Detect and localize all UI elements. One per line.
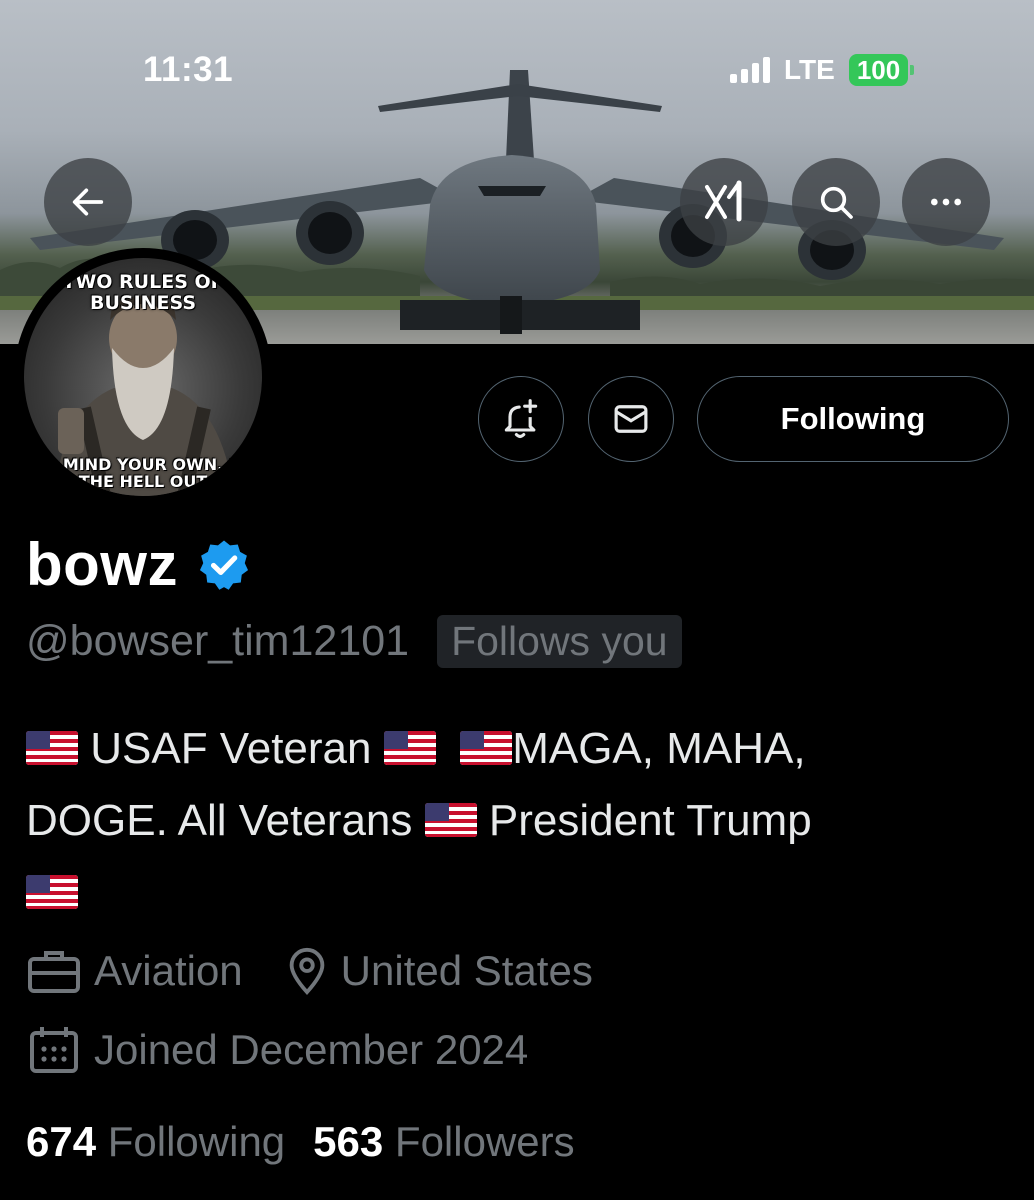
search-icon [820,186,853,219]
calendar-icon [30,1027,78,1073]
back-button[interactable] [44,158,132,246]
message-button[interactable] [588,376,674,462]
grok-icon [705,180,742,222]
envelope-icon [614,405,648,433]
avatar-image: TWO RULES OF BUSINESS 1. MIND YOUR OWN. … [24,258,262,496]
profile-category: Aviation [26,947,243,995]
us-flag-icon [26,731,78,765]
profile-name-row: bowz [26,530,252,599]
username-handle: @bowser_tim12101 [26,617,410,665]
following-label: Following [107,1118,286,1165]
status-time: 11:31 [143,50,234,89]
arrow-left-icon [72,188,104,216]
avatar-bottom-text: 1. MIND YOUR OWN. 2. THE HELL OUT [40,455,246,491]
network-type: LTE [784,54,835,85]
battery-indicator: 100 [848,54,915,86]
joined-date: Joined December 2024 [94,1026,529,1073]
follow-stats: 674 Following 563 Followers [26,1118,575,1166]
us-flag-icon [460,731,513,765]
followers-label: Followers [394,1118,575,1165]
follows-you-badge: Follows you [437,615,682,668]
notify-button[interactable] [478,376,564,462]
us-flag-icon [383,731,436,765]
profile-location: United States [285,946,593,996]
profile-bio: USAF Veteran MAGA, MAHA, DOGE. All Veter… [26,713,1016,929]
bio-line [26,857,1016,929]
bio-text: DOGE. All Veterans [26,796,413,845]
us-flag-icon [424,803,477,837]
search-button[interactable] [792,158,880,246]
verified-badge-icon[interactable] [196,537,252,593]
bell-plus-icon [504,399,538,438]
handle-row: @bowser_tim12101 Follows you [26,615,682,668]
profile-joined: Joined December 2024 [26,1025,528,1075]
signal-icon [730,57,770,83]
bio-text: USAF Veteran [90,724,372,773]
profile-joined-row: Joined December 2024 [26,1025,528,1075]
following-button[interactable]: Following [697,376,1009,462]
more-horizontal-icon [931,198,961,206]
followers-count: 563 [313,1118,384,1165]
bio-text: MAGA, MAHA, [512,724,806,773]
followers-stat[interactable]: 563 Followers [313,1118,574,1166]
following-count: 674 [26,1118,97,1165]
display-name: bowz [26,531,178,598]
location-label: United States [340,947,593,994]
bio-line: USAF Veteran MAGA, MAHA, [26,713,1016,785]
grok-button[interactable] [680,158,768,246]
us-flag-icon [26,875,78,909]
bio-line: DOGE. All Veterans President Trump [26,785,1016,857]
avatar-top-text: TWO RULES OF BUSINESS [62,271,224,314]
briefcase-icon [28,951,80,993]
following-stat[interactable]: 674 Following [26,1118,285,1166]
category-label: Aviation [94,947,243,994]
profile-avatar[interactable]: TWO RULES OF BUSINESS 1. MIND YOUR OWN. … [14,248,272,506]
more-button[interactable] [902,158,990,246]
location-pin-icon [289,948,324,996]
profile-meta-row: Aviation United States [26,946,593,996]
bio-text: President Trump [488,796,812,845]
status-indicators: LTE 100 [730,54,915,86]
